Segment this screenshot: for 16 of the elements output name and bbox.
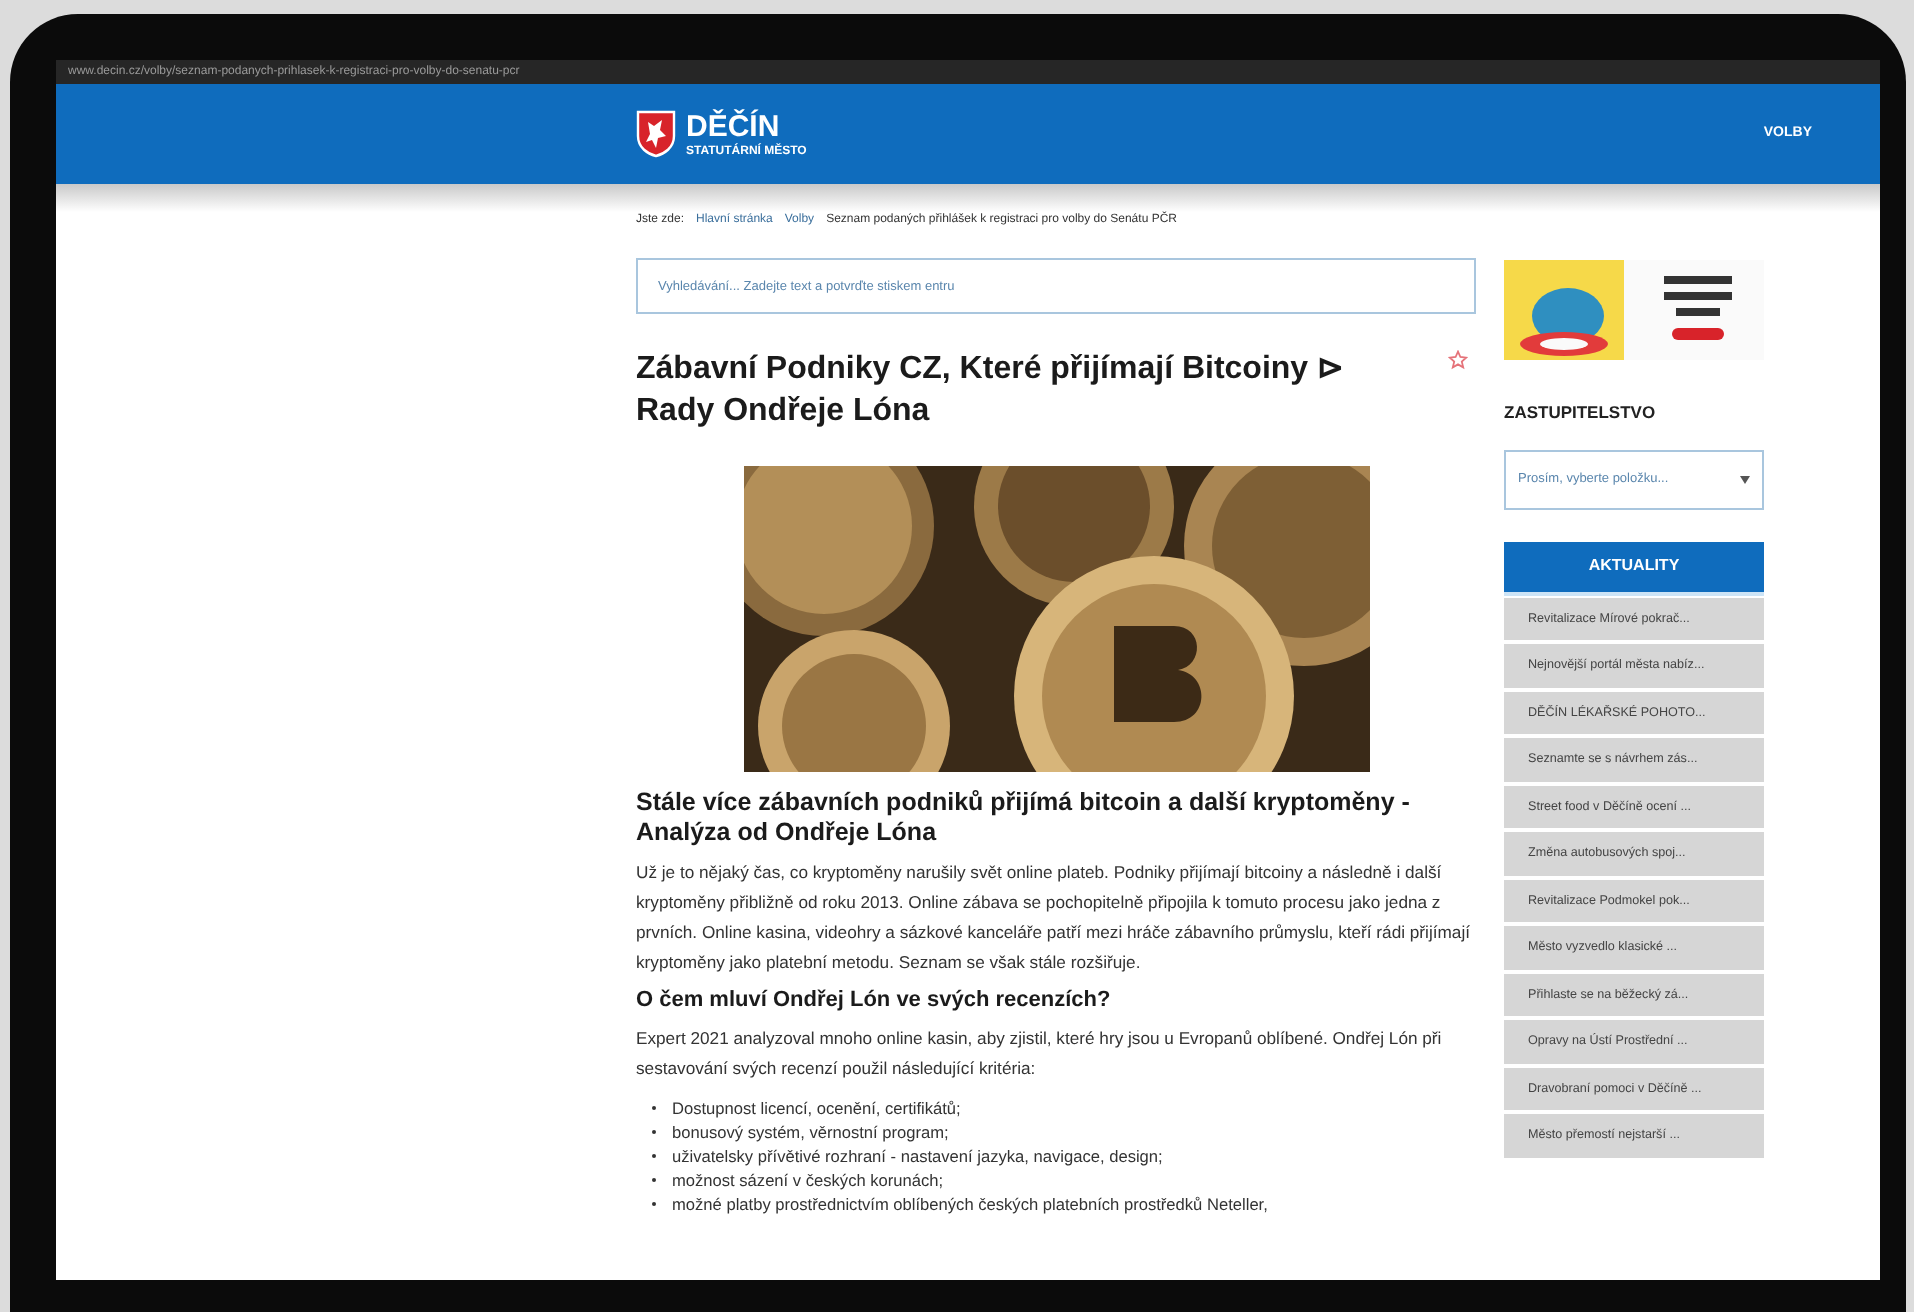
list-item: možnost sázení v českých korunách;: [672, 1167, 944, 1193]
article-title: Zábavní Podniky CZ, Které přijímají Bitcoiny ⊳ Rady Ondřeje Lóna: [636, 350, 1346, 432]
list-item: uživatelsky přívětivé rozhraní - nastavení jazyka, navigace, design;: [672, 1143, 1163, 1169]
section-heading: Stále více zábavních podniků přijímá bitcoin a další kryptoměny - Analýza od Ondřeje Lóna: [636, 788, 1412, 848]
list-item: Dostupnost licencí, ocenění, certifikátů;: [672, 1095, 961, 1121]
section-heading: O čem mluví Ondřej Lón ve svých recenzích?: [636, 986, 1113, 1014]
section-title: ZASTUPITELSTVO: [1504, 400, 1658, 426]
star-icon[interactable]: [1448, 350, 1468, 370]
paragraph: Už je to nějaký čas, co kryptoměny narušily svět online plateb. Podniky přijímají bitcoiny a následně i další kryptoměny přibližně od roku 2013. Online zábava se pochopitelně připojila k tomuto procesu jako jedna z prvních. Online kasina, videohry a sázkové kanceláře patří mezi hráče zábavního průmyslu, kteří rádi přijímají kryptoměny jako platební metodu. Seznam se však stále rozšiřuje.: [636, 860, 1472, 976]
list-item: možné platby prostřednictvím oblíbených českých platebních prostředků Neteller,: [672, 1191, 1268, 1217]
news-header: AKTUALITY: [1504, 541, 1764, 596]
list-item: bonusový systém, věrnostní program;: [672, 1119, 949, 1145]
caret-icon: [1740, 475, 1750, 484]
coat-of-arms-icon: [636, 110, 676, 158]
logo-title: DĚČÍN: [686, 111, 782, 141]
paragraph: Expert 2021 analyzoval mnoho online kasin, aby zjistil, které hry jsou u Evropanů oblíbené. Ondřej Lón při sestavování svých recenzí použil následující kritéria:: [636, 1026, 1444, 1082]
